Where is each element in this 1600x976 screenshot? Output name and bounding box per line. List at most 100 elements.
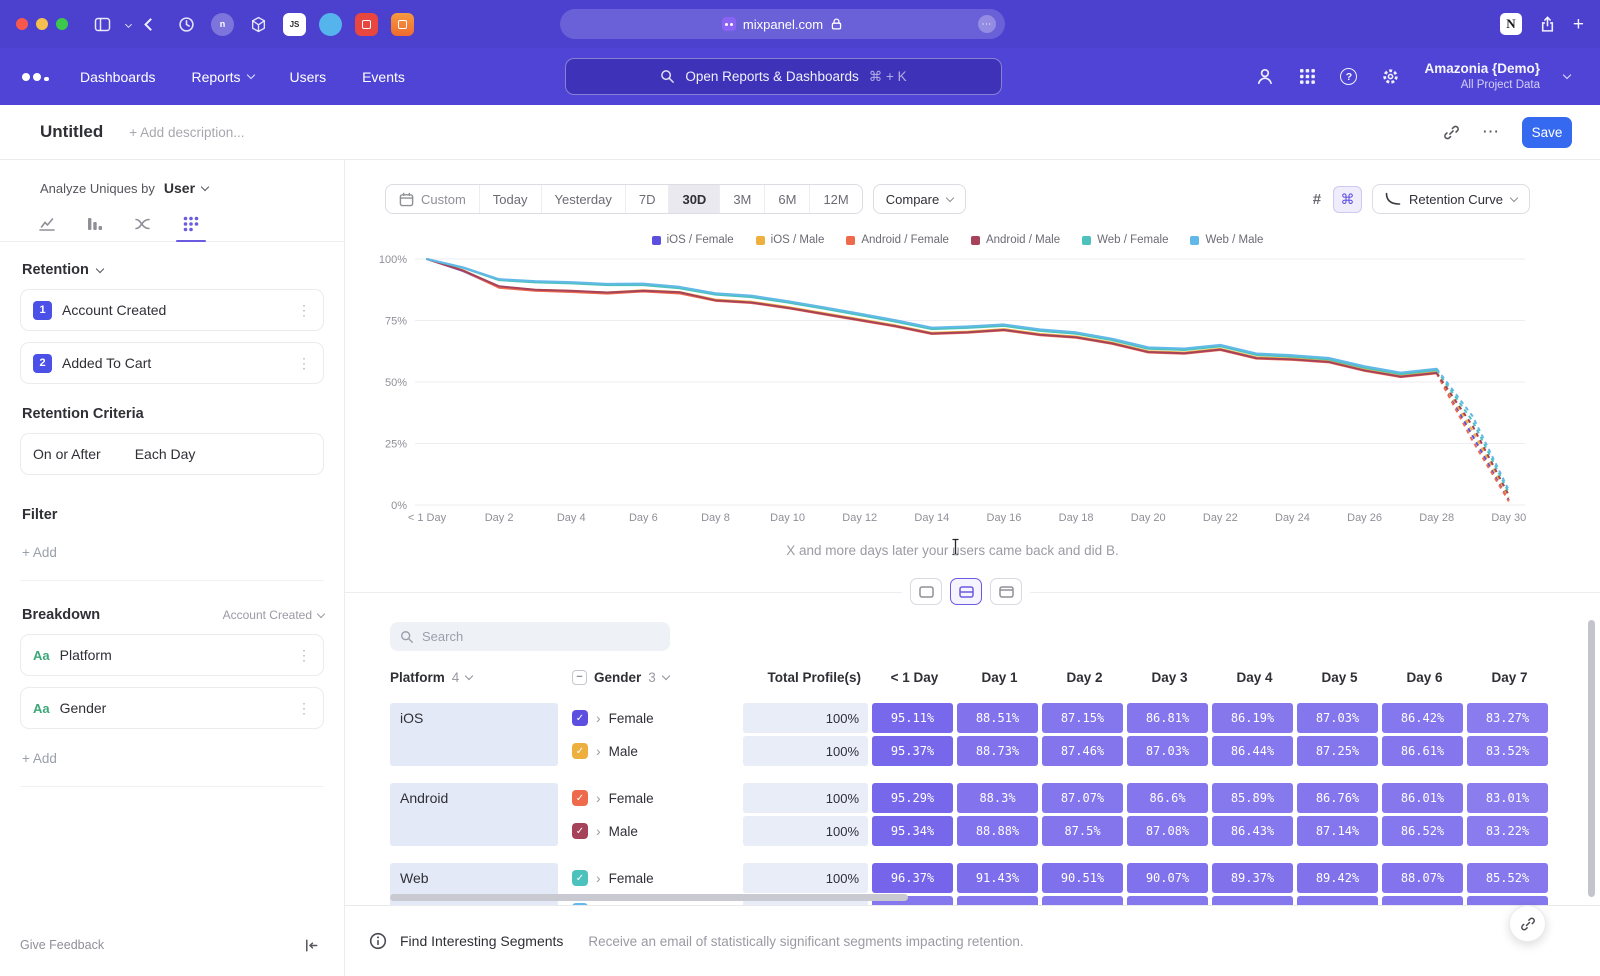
retention-value-cell[interactable]: 90.51%: [1042, 863, 1123, 893]
mixpanel-logo[interactable]: [22, 69, 50, 85]
retention-value-cell[interactable]: 88.88%: [957, 816, 1038, 846]
retention-value-cell[interactable]: 86.76%: [1297, 783, 1378, 813]
tab-retention[interactable]: [180, 212, 202, 241]
clock-extension-icon[interactable]: [175, 13, 198, 36]
platform-cell[interactable]: iOS: [390, 703, 558, 766]
sidebar-toggle-icon[interactable]: [94, 16, 111, 33]
add-breakdown-button[interactable]: + Add: [22, 751, 324, 766]
day-column-header[interactable]: Day 4: [1214, 670, 1295, 685]
retention-value-cell[interactable]: 95.29%: [872, 783, 953, 813]
platform-cell[interactable]: Android: [390, 783, 558, 846]
retention-value-cell[interactable]: [957, 896, 1038, 905]
retention-value-cell[interactable]: 91.43%: [957, 863, 1038, 893]
breakdown-gender[interactable]: Aa Gender ⋮: [20, 687, 324, 729]
nav-item-users[interactable]: Users: [290, 69, 327, 85]
expand-chevron-icon[interactable]: ›: [596, 710, 601, 726]
retention-value-cell[interactable]: 87.5%: [1042, 816, 1123, 846]
retention-value-cell[interactable]: 86.81%: [1127, 703, 1208, 733]
series-line-Web / Male[interactable]: [427, 259, 1437, 373]
retention-value-cell[interactable]: 86.19%: [1212, 703, 1293, 733]
maximize-window-icon[interactable]: [56, 18, 68, 30]
expand-chevron-icon[interactable]: ›: [596, 823, 601, 839]
retention-value-cell[interactable]: 87.03%: [1127, 736, 1208, 766]
retention-value-cell[interactable]: 83.22%: [1467, 816, 1548, 846]
vertical-scrollbar[interactable]: [1588, 620, 1595, 897]
give-feedback-link[interactable]: Give Feedback: [20, 938, 104, 952]
retention-value-cell[interactable]: 90.07%: [1127, 863, 1208, 893]
layout-split-button[interactable]: [950, 578, 982, 605]
series-checkbox[interactable]: ✓: [572, 790, 588, 806]
retention-value-cell[interactable]: 86.6%: [1127, 783, 1208, 813]
new-tab-icon[interactable]: +: [1573, 15, 1584, 34]
retention-value-cell[interactable]: 88.3%: [957, 783, 1038, 813]
number-format-icon[interactable]: #: [1313, 191, 1321, 208]
tab-insights[interactable]: [36, 212, 58, 241]
retention-value-cell[interactable]: 95.37%: [872, 736, 953, 766]
expand-chevron-icon[interactable]: ›: [596, 870, 601, 886]
series-checkbox[interactable]: ✓: [572, 870, 588, 886]
add-filter-button[interactable]: + Add: [22, 545, 324, 560]
series-checkbox[interactable]: ✓: [572, 743, 588, 759]
retention-section-title[interactable]: Retention: [22, 262, 324, 278]
layout-table-only-button[interactable]: [990, 578, 1022, 605]
day-column-header[interactable]: Day 7: [1469, 670, 1550, 685]
day-column-header[interactable]: Day 2: [1044, 670, 1125, 685]
retention-value-cell[interactable]: [1467, 896, 1548, 905]
date-range-7d[interactable]: 7D: [625, 185, 669, 213]
compare-button[interactable]: Compare: [873, 184, 966, 214]
settings-gear-icon[interactable]: [1381, 67, 1400, 86]
more-options-icon[interactable]: ⋯: [1482, 122, 1500, 142]
gender-cell[interactable]: ✓›Female: [560, 703, 743, 733]
criteria-value[interactable]: Each Day: [135, 446, 196, 462]
date-range-yesterday[interactable]: Yesterday: [541, 185, 625, 213]
horizontal-scrollbar[interactable]: [390, 894, 908, 901]
blue-extension-icon[interactable]: [319, 13, 342, 36]
kebab-menu-icon[interactable]: ⋮: [297, 647, 311, 664]
series-line-Web / Female[interactable]: [427, 259, 1437, 374]
table-search[interactable]: [390, 622, 670, 651]
close-window-icon[interactable]: [16, 18, 28, 30]
chevron-down-icon[interactable]: [201, 182, 209, 190]
retention-value-cell[interactable]: 86.61%: [1382, 736, 1463, 766]
series-checkbox[interactable]: ✓: [572, 710, 588, 726]
nav-item-events[interactable]: Events: [362, 69, 405, 85]
minimize-window-icon[interactable]: [36, 18, 48, 30]
criteria-type[interactable]: On or After: [33, 446, 101, 462]
url-bar[interactable]: mixpanel.com ⋯: [560, 9, 1005, 39]
retention-value-cell[interactable]: 83.01%: [1467, 783, 1548, 813]
retention-value-cell[interactable]: 87.15%: [1042, 703, 1123, 733]
kebab-menu-icon[interactable]: ⋮: [297, 700, 311, 717]
day-column-header[interactable]: Day 6: [1384, 670, 1465, 685]
day-column-header[interactable]: Day 3: [1129, 670, 1210, 685]
kebab-menu-icon[interactable]: ⋮: [297, 355, 311, 372]
chevron-down-icon[interactable]: [1563, 71, 1571, 79]
retention-value-cell[interactable]: 86.44%: [1212, 736, 1293, 766]
add-description[interactable]: + Add description...: [129, 125, 244, 140]
retention-value-cell[interactable]: 89.42%: [1297, 863, 1378, 893]
gender-cell[interactable]: ✓›Female: [560, 783, 743, 813]
retention-value-cell[interactable]: [1042, 896, 1123, 905]
red-app-extension-icon[interactable]: [355, 13, 378, 36]
date-range-3m[interactable]: 3M: [719, 185, 764, 213]
expand-chevron-icon[interactable]: ›: [596, 790, 601, 806]
chevron-down-icon[interactable]: [125, 20, 132, 27]
global-search-bar[interactable]: Open Reports & Dashboards ⌘ + K: [565, 58, 1002, 95]
js-extension-icon[interactable]: JS: [283, 13, 306, 36]
retention-value-cell[interactable]: 83.27%: [1467, 703, 1548, 733]
platform-column-header[interactable]: Platform 4: [390, 670, 560, 685]
retention-value-cell[interactable]: 86.42%: [1382, 703, 1463, 733]
retention-value-cell[interactable]: 87.07%: [1042, 783, 1123, 813]
command-shortcut-icon[interactable]: ⌘: [1333, 186, 1362, 213]
retention-value-cell[interactable]: 96.37%: [872, 863, 953, 893]
share-link-fab[interactable]: [1509, 905, 1546, 942]
total-profiles-header[interactable]: Total Profile(s): [745, 670, 870, 685]
retention-value-cell[interactable]: 83.52%: [1467, 736, 1548, 766]
cube-extension-icon[interactable]: [247, 13, 270, 36]
day-column-header[interactable]: Day 5: [1299, 670, 1380, 685]
date-range-6m[interactable]: 6M: [764, 185, 809, 213]
project-switcher[interactable]: Amazonia {Demo} All Project Data: [1424, 61, 1540, 92]
tab-flows[interactable]: [132, 212, 154, 241]
retention-criteria-card[interactable]: On or After Each Day: [20, 433, 324, 475]
apps-grid-icon[interactable]: [1299, 68, 1316, 85]
retention-value-cell[interactable]: 87.25%: [1297, 736, 1378, 766]
